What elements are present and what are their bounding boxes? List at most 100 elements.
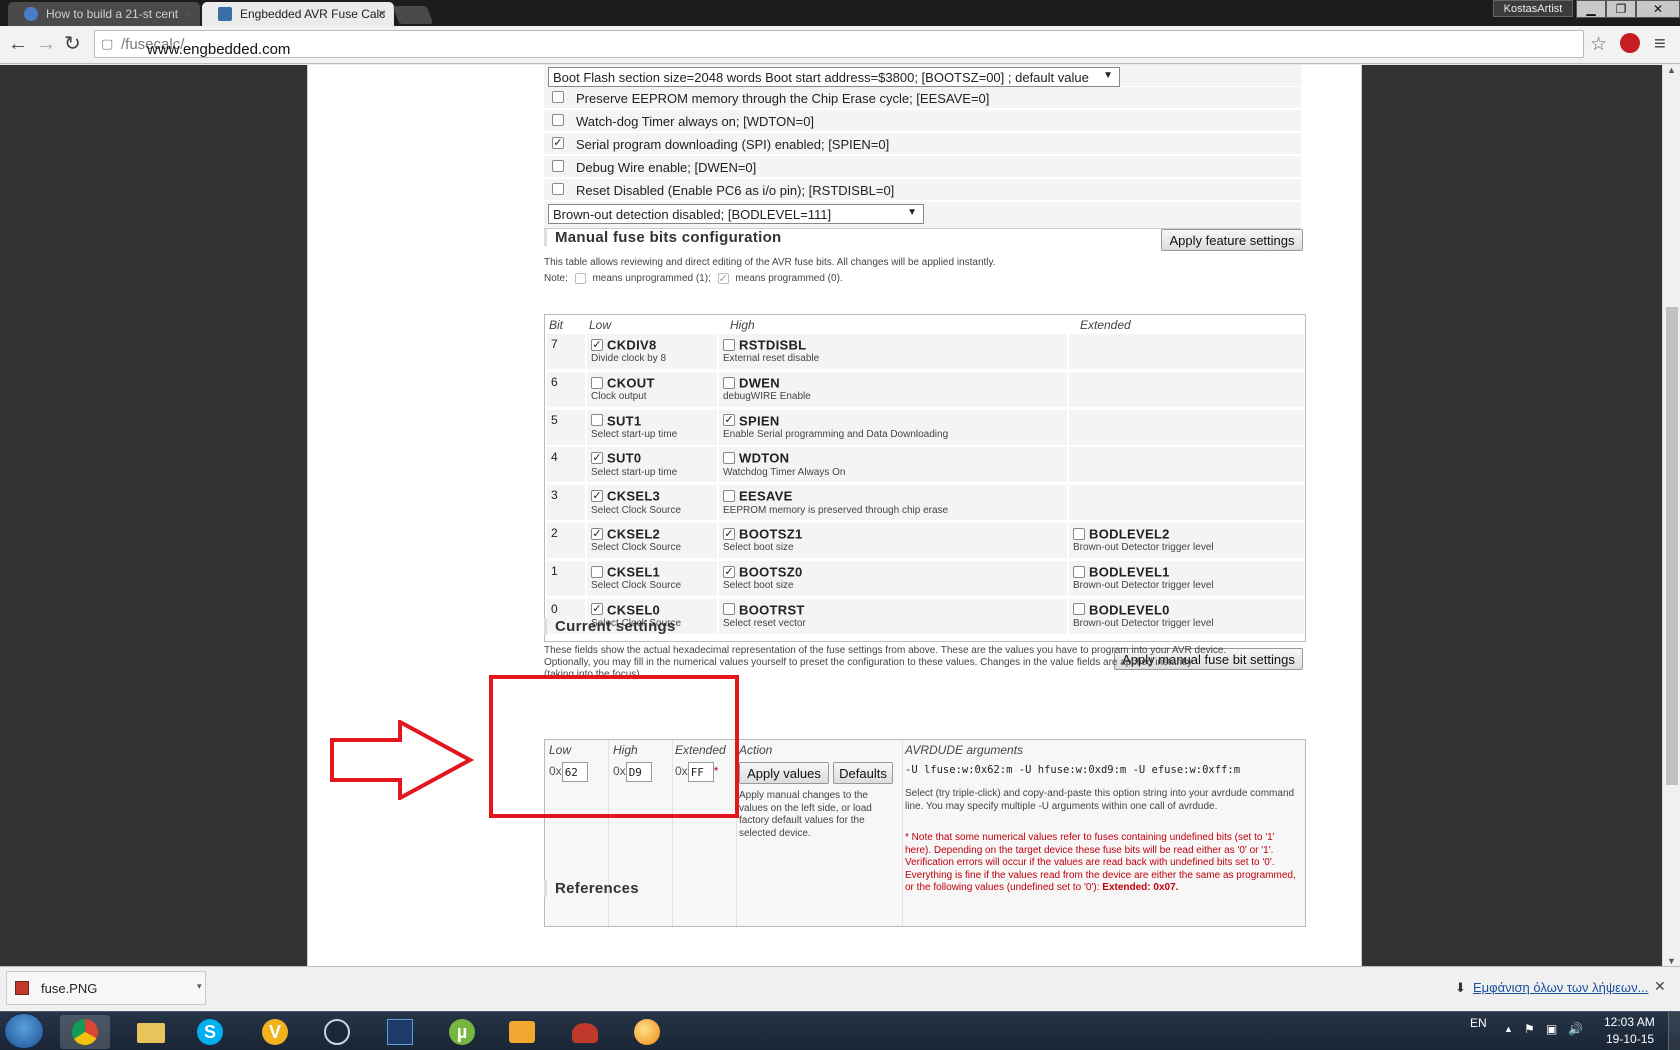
tab-how-to-build[interactable]: How to build a 21-st cent × — [8, 2, 200, 26]
fuse-checkbox-cksel1[interactable] — [591, 565, 603, 578]
fuse-sut0: ✓ SUT0 Select start-up time — [591, 450, 677, 478]
fuse-name: RSTDISBL — [739, 337, 807, 353]
taskbar-vlc-v[interactable]: V — [250, 1015, 300, 1049]
fuse-checkbox-bodlevel0[interactable] — [1073, 603, 1085, 616]
adblock-icon[interactable] — [1620, 33, 1640, 53]
bod-level-select[interactable]: Brown-out detection disabled; [BODLEVEL=… — [548, 204, 924, 224]
back-icon[interactable]: ← — [8, 32, 28, 56]
volume-icon[interactable]: 🔊 — [1568, 1022, 1583, 1036]
fuse-checkbox-eesave[interactable] — [723, 490, 735, 503]
fuse-checkbox-cksel0[interactable]: ✓ — [591, 603, 603, 616]
tab-title: How to build a 21-st cent — [46, 7, 179, 21]
show-hidden-icons-icon[interactable]: ▲ — [1504, 1024, 1513, 1034]
feature-row-eesave: Preserve EEPROM memory through the Chip … — [544, 87, 1301, 109]
high-fuse-cell: DWEN debugWIRE Enable — [719, 371, 1067, 407]
fuse-name: BOOTSZ0 — [739, 564, 803, 580]
clock-date[interactable]: 19-10-15 — [1606, 1032, 1654, 1046]
fuse-checkbox-bootsz0[interactable]: ✓ — [723, 565, 735, 578]
taskbar-skype[interactable]: S — [185, 1015, 235, 1049]
feature-checkbox-wdton[interactable] — [552, 114, 564, 126]
fuse-checkbox-cksel3[interactable]: ✓ — [591, 490, 603, 503]
fuse-bootsz0: ✓ BOOTSZ0 Select boot size — [723, 564, 803, 591]
fuse-checkbox-spien[interactable]: ✓ — [723, 414, 735, 427]
reload-icon[interactable]: ↻ — [64, 32, 81, 56]
fuse-checkbox-bodlevel2[interactable] — [1073, 527, 1085, 540]
bit-cell: 2 — [547, 523, 585, 558]
clock-time[interactable]: 12:03 AM — [1604, 1015, 1655, 1029]
fuse-checkbox-wdton[interactable] — [723, 452, 735, 465]
note-programmed: means programmed (0). — [735, 273, 843, 285]
address-bar[interactable]: ▢ www.engbedded.com/fusecalc/ ☆ — [94, 30, 1607, 58]
fuse-checkbox-bodlevel1[interactable] — [1073, 565, 1085, 578]
fuse-checkbox-cksel2[interactable]: ✓ — [591, 527, 603, 540]
fuse-checkbox-sut0[interactable]: ✓ — [591, 452, 603, 465]
fuse-bootrst: BOOTRST Select reset vector — [723, 602, 806, 629]
avrdude-args[interactable]: -U lfuse:w:0x62:m -U hfuse:w:0xd9:m -U e… — [905, 764, 1240, 776]
apply-values-button[interactable]: Apply values — [739, 762, 829, 784]
column-header-bit: Bit — [549, 318, 564, 332]
profile-button[interactable]: KostasArtist — [1493, 0, 1573, 17]
scroll-up-icon[interactable]: ▲ — [1667, 65, 1676, 75]
close-window-button[interactable]: ✕ — [1636, 0, 1680, 18]
feature-checkbox-rstdisbl[interactable] — [552, 183, 564, 195]
orange-app-icon — [634, 1019, 660, 1045]
download-menu-arrow-icon[interactable]: ▾ — [197, 981, 202, 992]
scrollbar-thumb[interactable] — [1666, 307, 1678, 785]
taskbar-explorer[interactable] — [125, 1015, 175, 1049]
fuse-checkbox-ckdiv8[interactable]: ✓ — [591, 338, 603, 351]
close-tab-icon[interactable]: × — [378, 5, 386, 21]
feature-checkbox-eesave[interactable] — [552, 91, 564, 103]
current-desc-2: Optionally, you may fill in the numerica… — [544, 657, 1192, 668]
tab-fuse-calc[interactable]: Engbedded AVR Fuse Calc × — [202, 2, 394, 26]
taskbar-app[interactable] — [375, 1015, 425, 1049]
bookmark-star-icon[interactable]: ☆ — [1590, 33, 1607, 56]
close-download-bar-icon[interactable]: ✕ — [1654, 978, 1666, 995]
download-item[interactable]: fuse.PNG ▾ — [6, 971, 206, 1005]
action-column: Action Apply values Defaults Apply manua… — [737, 740, 903, 926]
show-all-downloads-link[interactable]: Εμφάνιση όλων των λήψεων... — [1473, 980, 1648, 995]
restore-button[interactable]: ❐ — [1606, 0, 1636, 18]
fuse-description: Clock output — [591, 391, 647, 403]
language-indicator[interactable]: EN — [1470, 1016, 1487, 1030]
new-tab-button[interactable] — [392, 6, 434, 24]
feature-checkbox-spien[interactable]: ✓ — [552, 137, 564, 149]
scroll-down-icon[interactable]: ▼ — [1667, 956, 1676, 966]
taskbar-app2[interactable] — [560, 1015, 610, 1049]
feature-checkbox-dwen[interactable] — [552, 160, 564, 172]
fuse-checkbox-sut1[interactable] — [591, 414, 603, 427]
forward-icon[interactable]: → — [36, 32, 56, 56]
tab-title: Engbedded AVR Fuse Calc — [240, 7, 386, 21]
v-app-icon: V — [262, 1019, 288, 1045]
close-tab-icon[interactable]: × — [184, 5, 192, 21]
start-button[interactable] — [4, 1013, 44, 1049]
annotation-arrow-icon — [330, 720, 475, 800]
taskbar-steam[interactable] — [312, 1015, 362, 1049]
taskbar-utorrent[interactable]: µ — [437, 1015, 487, 1049]
engbedded-icon — [218, 7, 232, 21]
fuse-checkbox-bootrst[interactable] — [723, 603, 735, 616]
fuse-cksel3: ✓ CKSEL3 Select Clock Source — [591, 488, 681, 516]
undefined-bits-note: * Note that some numerical values refer … — [905, 832, 1301, 895]
fuse-eesave: EESAVE EEPROM memory is preserved through… — [723, 488, 948, 516]
fuse-wdton: WDTON Watchdog Timer Always On — [723, 450, 845, 478]
taskbar-chrome[interactable] — [60, 1015, 110, 1049]
fuse-checkbox-dwen[interactable] — [723, 376, 735, 389]
minimize-button[interactable]: ▁ — [1576, 0, 1606, 18]
fuse-checkbox-rstdisbl[interactable] — [723, 338, 735, 351]
menu-icon[interactable]: ≡ — [1654, 32, 1666, 56]
column-header-high: High — [730, 318, 755, 332]
taskbar-app3[interactable] — [622, 1015, 672, 1049]
fuse-checkbox-bootsz1[interactable]: ✓ — [723, 527, 735, 540]
flag-icon[interactable]: ⚑ — [1524, 1022, 1535, 1036]
fuse-checkbox-ckout[interactable] — [591, 376, 603, 389]
bit-cell: 7 — [547, 334, 585, 369]
show-desktop-button[interactable] — [1668, 1012, 1680, 1050]
fuse-bodlevel1: BODLEVEL1 Brown-out Detector trigger leve… — [1073, 564, 1214, 591]
network-icon[interactable]: ▣ — [1546, 1022, 1557, 1036]
apply-feature-settings-button[interactable]: Apply feature settings — [1161, 229, 1303, 251]
boot-size-select[interactable]: Boot Flash section size=2048 words Boot … — [548, 67, 1120, 87]
page-scrollbar[interactable]: ▲ ▼ — [1662, 65, 1680, 966]
defaults-button[interactable]: Defaults — [833, 762, 893, 784]
legend-checked-checkbox: ✓ — [717, 273, 729, 285]
taskbar-media[interactable] — [497, 1015, 547, 1049]
